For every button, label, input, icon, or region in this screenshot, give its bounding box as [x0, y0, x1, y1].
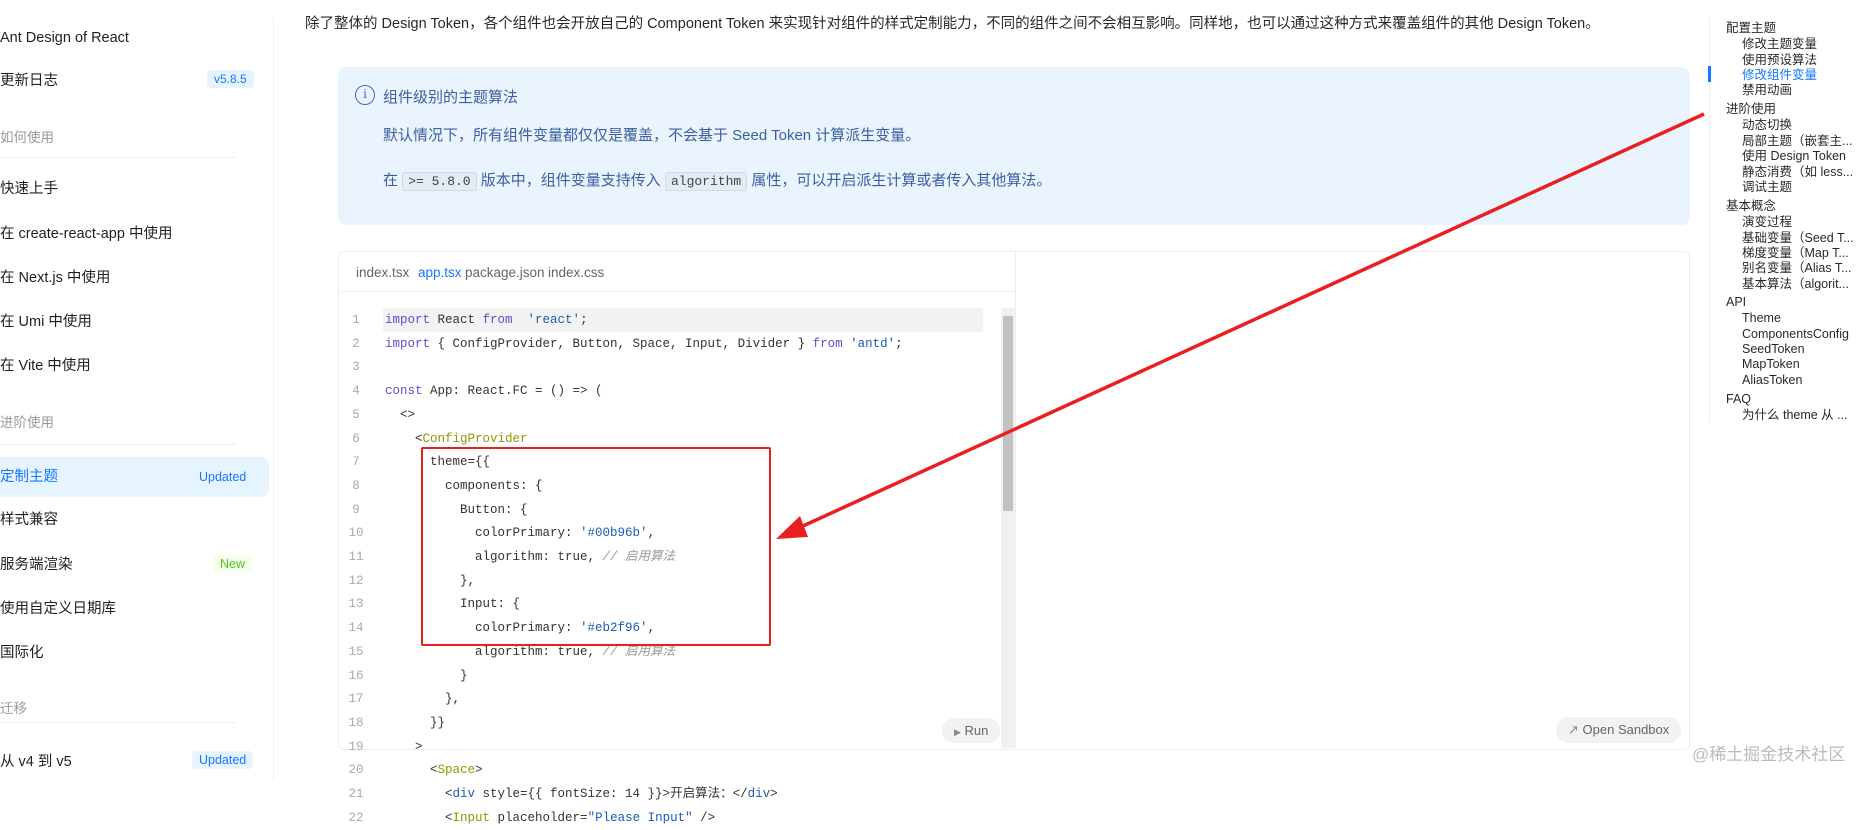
code-token: />: [692, 810, 716, 825]
toc-item[interactable]: API: [1726, 294, 1746, 310]
toc-item[interactable]: 动态切换: [1742, 117, 1792, 133]
toc-item[interactable]: 修改主题变量: [1742, 36, 1817, 52]
code-token: <: [385, 810, 453, 825]
toc-item[interactable]: 别名变量（Alias T...: [1742, 260, 1852, 276]
toc-item[interactable]: AliasToken: [1742, 372, 1802, 388]
toc-item[interactable]: 配置主题: [1726, 20, 1776, 36]
code-token: placeholder=: [490, 810, 588, 825]
code-text: <Input placeholder="Please Input" />: [385, 806, 715, 830]
toc-item[interactable]: 进阶使用: [1726, 101, 1776, 117]
toc-item[interactable]: 修改组件变量: [1742, 67, 1817, 83]
code-token: style={{ fontSize: 14 }}>开启算法：</: [475, 787, 748, 801]
toc-item[interactable]: 局部主题（嵌套主...: [1742, 133, 1852, 149]
toc-item[interactable]: 为什么 theme 从 ...: [1742, 407, 1848, 423]
toc-item[interactable]: 基本算法（algorit...: [1742, 276, 1849, 292]
line-number: 22: [348, 810, 364, 825]
toc-item[interactable]: 静态消费（如 less...: [1742, 164, 1853, 180]
annotation-arrow: [776, 112, 1705, 539]
code-token: div: [747, 787, 771, 801]
toc-item[interactable]: 演变过程: [1742, 214, 1792, 230]
toc-item[interactable]: 禁用动画: [1742, 82, 1792, 98]
toc-item[interactable]: SeedToken: [1742, 341, 1805, 357]
toc-item[interactable]: 梯度变量（Map T...: [1742, 245, 1849, 261]
toc-item[interactable]: FAQ: [1726, 391, 1751, 407]
toc-item[interactable]: 基础变量（Seed T...: [1742, 230, 1854, 246]
code-line: 21 <div style={{ fontSize: 14 }}>开启算法：</…: [339, 782, 999, 806]
code-token: "Please Input": [587, 810, 693, 825]
code-token: <: [385, 787, 453, 801]
code-text: <div style={{ fontSize: 14 }}>开启算法：</div…: [385, 782, 778, 806]
code-token: div: [452, 787, 476, 801]
toc-item[interactable]: 使用预设算法: [1742, 52, 1817, 68]
toc-item[interactable]: 调试主题: [1742, 179, 1792, 195]
toc-item[interactable]: Theme: [1742, 310, 1781, 326]
code-token: Input: [452, 810, 491, 825]
toc-item[interactable]: MapToken: [1742, 356, 1800, 372]
code-token: >: [770, 787, 778, 801]
line-number: 21: [348, 787, 364, 801]
toc-item[interactable]: 使用 Design Token: [1742, 148, 1846, 164]
toc-active-marker: [1708, 66, 1711, 82]
toc-item[interactable]: ComponentsConfig: [1742, 326, 1849, 342]
toc-item[interactable]: 基本概念: [1726, 198, 1776, 214]
watermark: @稀土掘金技术社区: [1692, 745, 1846, 764]
code-line: 22 <Input placeholder="Please Input" />: [339, 806, 999, 830]
